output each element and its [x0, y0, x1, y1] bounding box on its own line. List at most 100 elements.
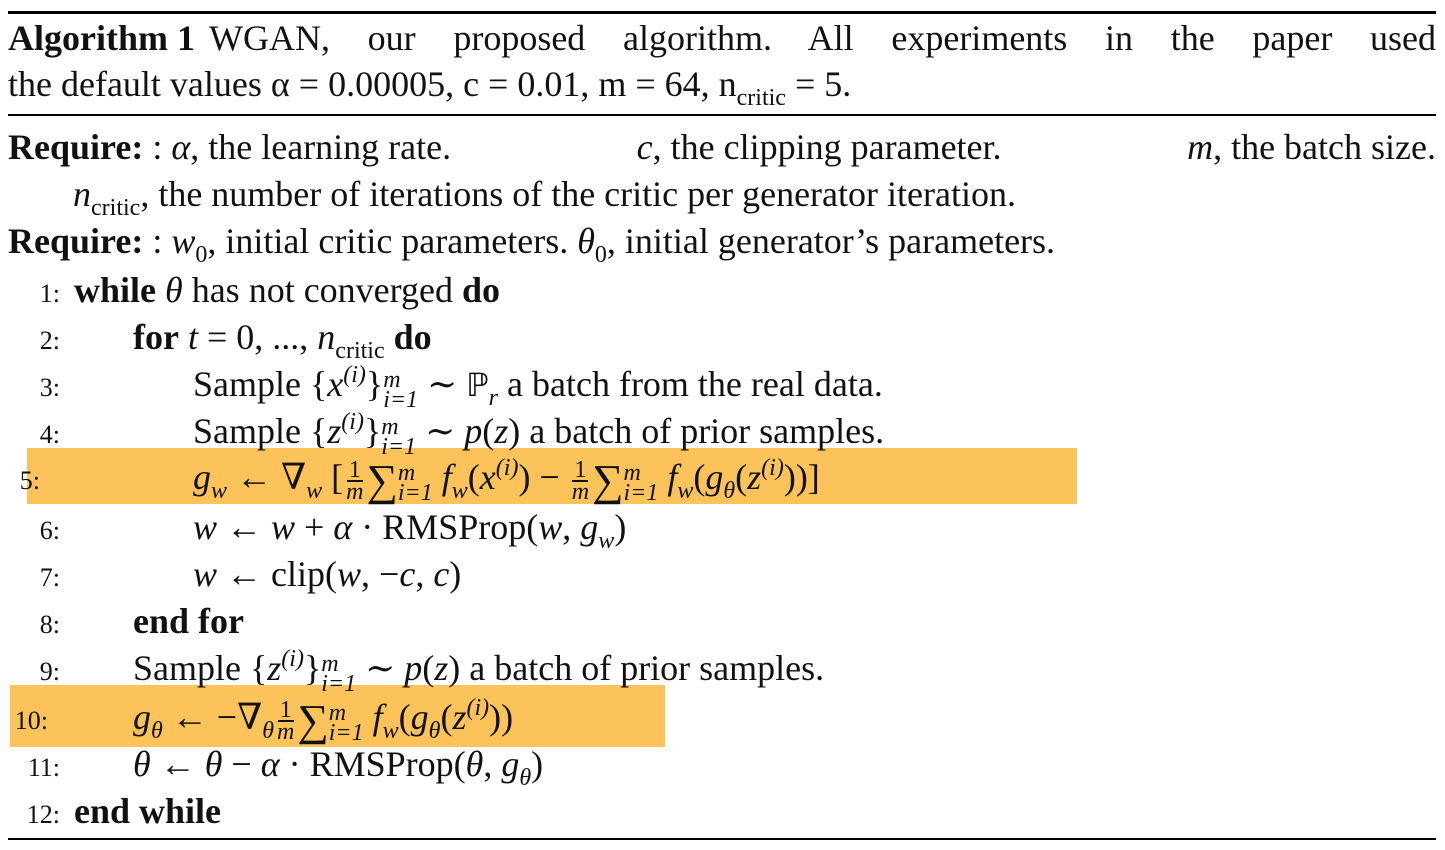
subscript: w [211, 478, 228, 504]
line-text: ) a batch of prior samples. [448, 648, 825, 688]
caption-sub: critic [736, 85, 786, 111]
range-bottom: i=1 [321, 670, 357, 697]
line-text: } [363, 411, 382, 451]
subscript: w [306, 478, 323, 504]
var-z: z [452, 697, 467, 737]
line-number: 10: [14, 706, 48, 735]
range-bottom: i=1 [397, 479, 433, 506]
var-theta: θ [577, 221, 595, 261]
line-number: 11: [27, 753, 60, 782]
var-t: t [187, 317, 198, 357]
var-g: g [501, 744, 520, 784]
line-text: , [483, 744, 502, 784]
fraction: 1m [346, 458, 364, 505]
var-g: g [193, 457, 211, 497]
var-c: c [636, 127, 653, 167]
var-alpha: α [260, 744, 280, 784]
line-number: 8: [39, 610, 60, 639]
var-w: w [337, 554, 362, 594]
var-z: z [327, 411, 342, 451]
index-range: m i=1 [321, 652, 357, 697]
line-text: ( [422, 648, 435, 688]
paren: ( [693, 457, 706, 497]
sum-symbol: ∑ [366, 456, 398, 505]
paren: ))] [783, 457, 820, 497]
var-f: f [667, 457, 678, 497]
line-text: a batch from the real data. [498, 364, 883, 404]
algorithm-caption-line-2: the default values α = 0.00005, c = 0.01… [8, 62, 1436, 111]
line-text: · RMSProp( [279, 744, 466, 784]
line-text: ∼ [418, 364, 467, 404]
denominator: m [346, 478, 364, 505]
line-text: + [295, 507, 334, 547]
require-keyword: Require: [8, 221, 144, 261]
var-g: g [410, 697, 429, 737]
keyword: do [461, 270, 500, 310]
var-w-sub: 0 [195, 242, 208, 268]
line-text: = 0, ..., [197, 317, 318, 357]
subscript: w [451, 478, 468, 504]
superscript: (i) [343, 362, 366, 388]
var-w: w [538, 507, 563, 547]
caption-rule [8, 114, 1436, 116]
require-line-2: ncritic, the number of iterations of the… [73, 172, 1016, 221]
var-theta: θ [165, 270, 183, 310]
require-text: , the learning rate. [190, 127, 452, 167]
bottom-rule [8, 838, 1436, 840]
line-text: ) a batch of prior samples. [508, 411, 885, 451]
line-text: − [222, 744, 261, 784]
require-colon: : [152, 221, 172, 261]
line-text: Sample { [193, 411, 328, 451]
keyword: while [74, 270, 157, 310]
var-x: x [479, 457, 496, 497]
line-text: ) [531, 744, 544, 784]
superscript: (i) [495, 455, 519, 481]
var-z: z [494, 411, 509, 451]
line-number: 4: [39, 420, 60, 449]
superscript: (i) [466, 695, 490, 721]
superscript: (i) [761, 455, 784, 481]
fraction: 1m [277, 698, 294, 744]
line-number: 12: [26, 800, 60, 829]
var-n-sub: critic [91, 195, 141, 221]
fraction: 1m [572, 458, 589, 504]
top-rule [8, 11, 1436, 14]
line-number: 3: [39, 373, 60, 402]
gradient-op: ← ∇ [227, 457, 307, 497]
line-text: Sample { [193, 364, 328, 404]
line-text: , − [361, 554, 400, 594]
require-keyword: Require: [8, 127, 144, 167]
range-bottom: i=1 [383, 386, 419, 413]
line-text: ∼ [416, 411, 465, 451]
keyword: for [133, 317, 179, 357]
var-w: w [193, 507, 218, 547]
require-colon: : [152, 127, 172, 167]
line-text: has not converged [182, 270, 462, 310]
var-p: p [404, 648, 423, 688]
index-range: m i=1 [383, 368, 419, 413]
line-number: 2: [39, 326, 60, 355]
superscript: (i) [341, 409, 364, 435]
var-alpha: α [171, 127, 191, 167]
line-text: ∼ [356, 648, 405, 688]
require-text: , initial generator’s parameters. [606, 221, 1056, 261]
caption-end: = 5. [785, 64, 852, 104]
var-theta: θ [133, 744, 151, 784]
subscript: w [598, 528, 615, 554]
var-n: n [317, 317, 336, 357]
paren: )) [489, 697, 514, 737]
var-c: c [399, 554, 416, 594]
var-g: g [580, 507, 599, 547]
var-theta: θ [465, 744, 484, 784]
require-text: , the batch size. [1213, 127, 1436, 167]
line-text: } [303, 648, 322, 688]
index-range: m i=1 [381, 415, 416, 459]
var-z: z [267, 648, 282, 688]
index-range: m i=1 [397, 461, 433, 506]
algorithm-caption-line-1: Algorithm 1 WGAN, our proposed algorithm… [8, 16, 1436, 60]
var-f: f [441, 457, 452, 497]
line-text: , [415, 554, 434, 594]
var-w: w [193, 554, 218, 594]
paren: ( [467, 457, 480, 497]
range-bottom: i=1 [328, 719, 364, 746]
